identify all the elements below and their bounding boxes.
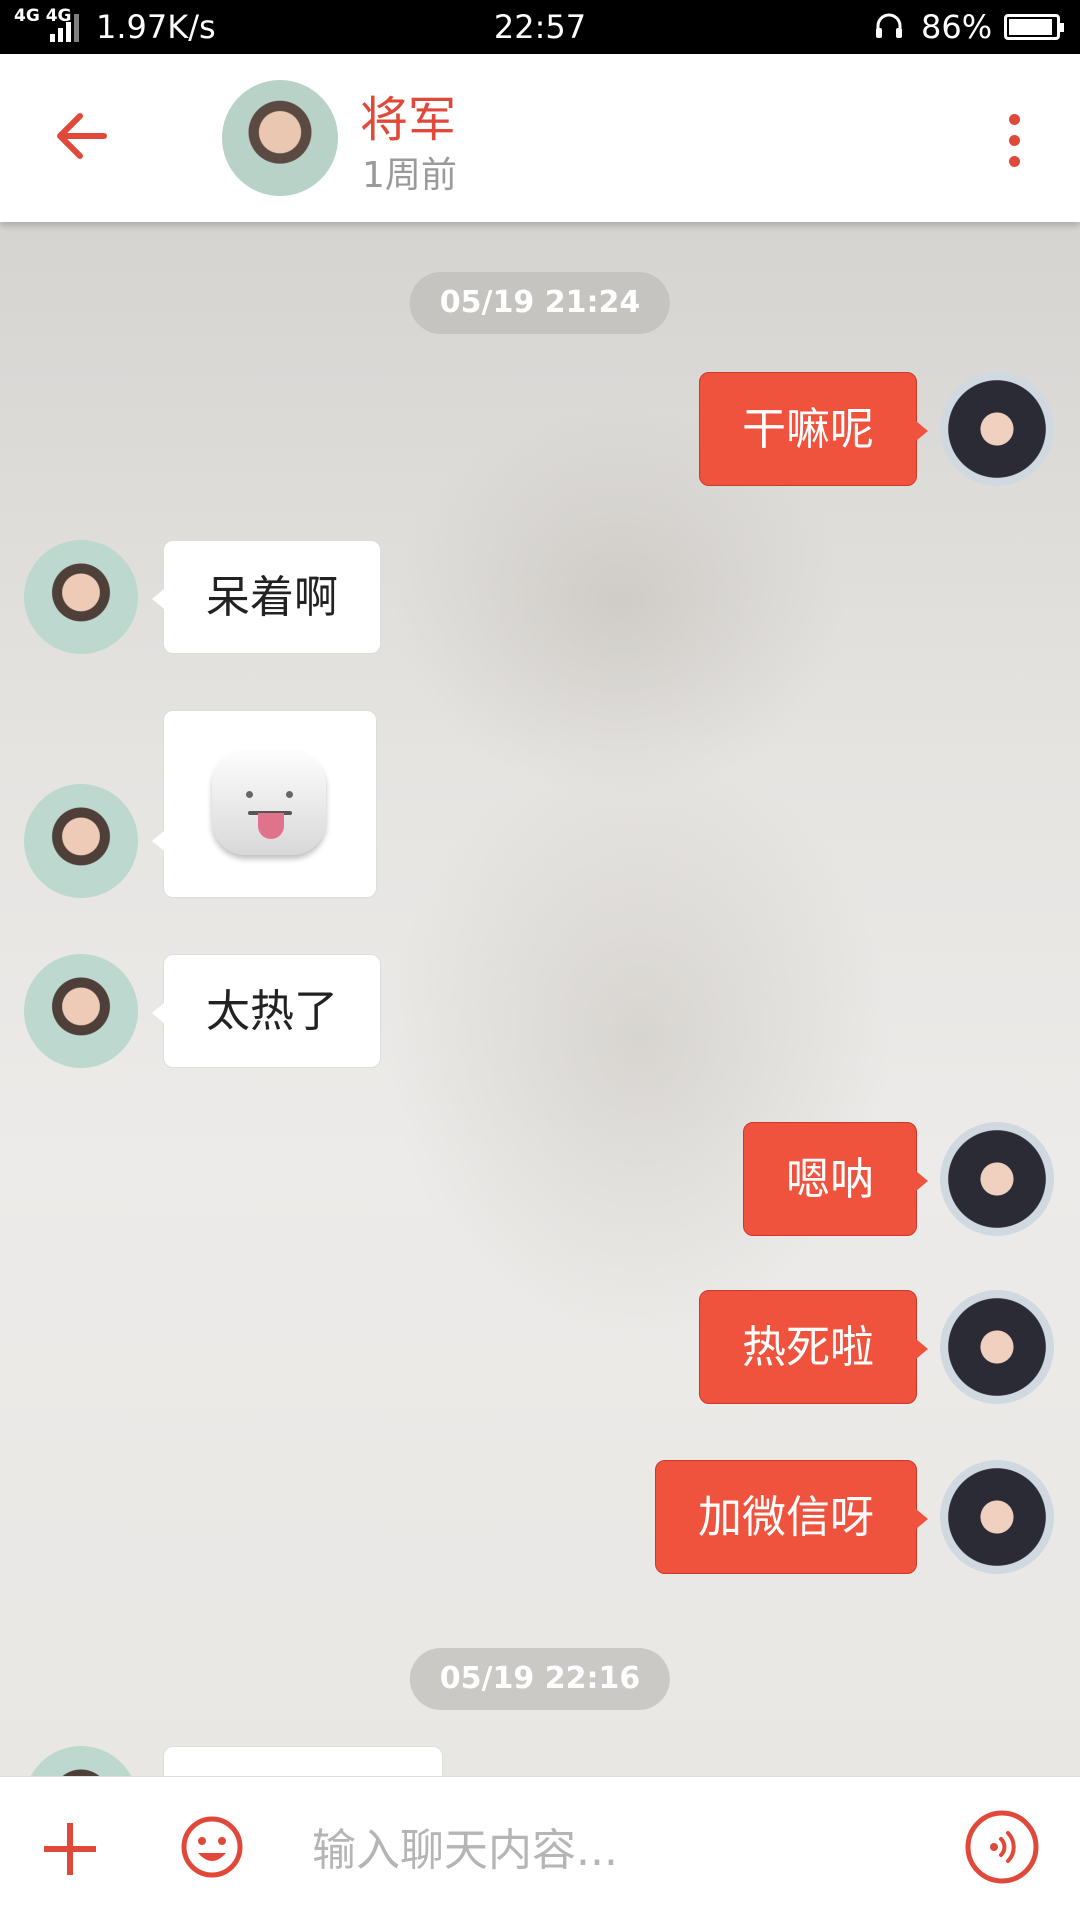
add-attachment-icon[interactable]	[44, 1823, 96, 1875]
my-avatar[interactable]	[940, 1290, 1054, 1404]
message-bubble-received[interactable]	[163, 1746, 443, 1776]
message-input-bar	[0, 1776, 1080, 1921]
my-avatar[interactable]	[940, 372, 1054, 486]
message-bubble-sent[interactable]: 热死啦	[699, 1290, 928, 1404]
contact-avatar[interactable]	[24, 954, 138, 1068]
emoji-icon[interactable]	[180, 1815, 244, 1879]
message-bubble-sent[interactable]: 干嘛呢	[699, 372, 928, 486]
timestamp-divider: 05/19 22:16	[409, 1648, 671, 1710]
contact-avatar[interactable]	[24, 784, 138, 898]
last-seen: 1周前	[362, 155, 457, 196]
sticker-message[interactable]	[152, 710, 377, 898]
message-bubble-received[interactable]: 太热了	[152, 954, 381, 1068]
contact-avatar[interactable]	[24, 540, 138, 654]
back-arrow-icon[interactable]	[50, 104, 114, 168]
contact-avatar[interactable]	[222, 80, 338, 196]
message-input[interactable]	[310, 1813, 914, 1887]
voice-input-icon[interactable]	[964, 1809, 1040, 1885]
my-avatar[interactable]	[940, 1122, 1054, 1236]
clock: 22:57	[493, 8, 587, 46]
tongue-out-face-sticker	[212, 751, 326, 855]
timestamp-divider: 05/19 21:24	[409, 272, 671, 334]
chat-header: 将军 1周前	[0, 54, 1080, 222]
contact-name: 将军	[360, 92, 457, 148]
message-bubble-received[interactable]: 呆着啊	[152, 540, 381, 654]
message-bubble-sent[interactable]: 嗯呐	[743, 1122, 928, 1236]
message-bubble-sent[interactable]: 加微信呀	[655, 1460, 928, 1574]
chat-message-list[interactable]: 05/19 21:24 干嘛呢 呆着啊 太热了 嗯呐 热死啦 加微信呀 05/1…	[0, 222, 1080, 1776]
status-bar: 4G 4G 1.97K/s 22:57 86%	[0, 0, 1080, 54]
headphones-icon	[876, 13, 902, 38]
more-options-icon[interactable]	[1000, 114, 1028, 170]
my-avatar[interactable]	[940, 1460, 1054, 1574]
battery-percent: 86%	[921, 8, 993, 46]
battery-icon	[1004, 14, 1064, 40]
contact-avatar[interactable]	[24, 1746, 138, 1776]
